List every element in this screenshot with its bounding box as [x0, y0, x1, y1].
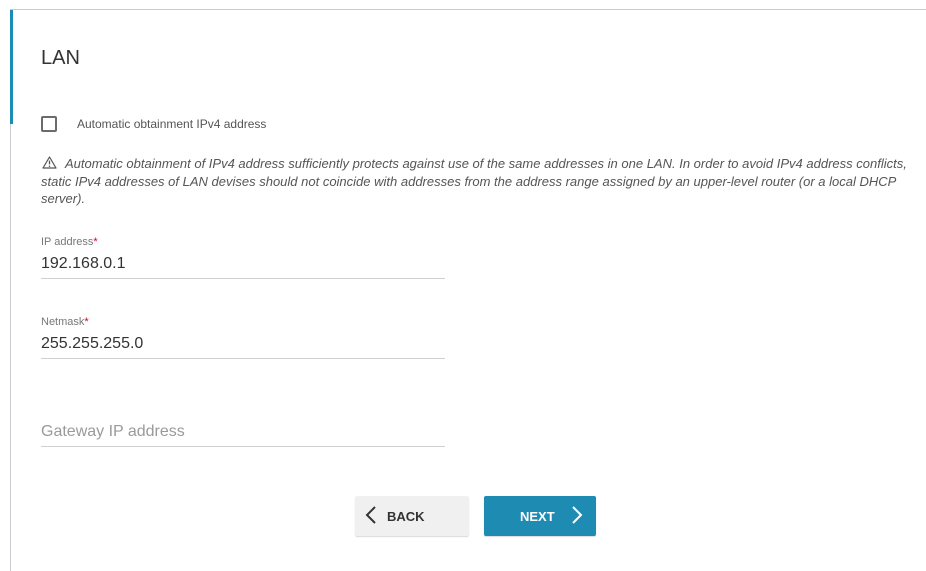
warning-text: Automatic obtainment of IPv4 address suf… [41, 156, 907, 206]
warning-triangle-icon [42, 156, 57, 173]
active-accent-bar [10, 10, 13, 124]
back-button[interactable]: BACK [355, 496, 469, 536]
required-mark: * [84, 316, 89, 328]
gateway-field [41, 418, 445, 447]
ip-address-input[interactable] [41, 250, 445, 279]
page-title: LAN [41, 47, 80, 69]
back-button-label: BACK [387, 508, 425, 524]
chevron-left-icon [365, 505, 377, 528]
auto-ipv4-checkbox[interactable] [41, 116, 57, 132]
netmask-field: Netmask* [41, 316, 445, 359]
auto-ipv4-label[interactable]: Automatic obtainment IPv4 address [77, 117, 266, 131]
next-button[interactable]: NEXT [484, 496, 596, 536]
required-mark: * [93, 236, 98, 248]
netmask-label: Netmask* [41, 316, 89, 328]
warning-message: Automatic obtainment of IPv4 address suf… [41, 155, 917, 207]
chevron-right-icon [571, 505, 583, 528]
netmask-input[interactable] [41, 330, 445, 359]
gateway-ip-input[interactable] [41, 418, 445, 447]
lan-panel: LAN Automatic obtainment IPv4 address Au… [10, 9, 926, 571]
ip-address-field: IP address* [41, 236, 445, 279]
ip-address-label: IP address* [41, 236, 98, 248]
auto-ipv4-checkbox-row[interactable]: Automatic obtainment IPv4 address [41, 116, 266, 132]
next-button-label: NEXT [520, 508, 555, 524]
